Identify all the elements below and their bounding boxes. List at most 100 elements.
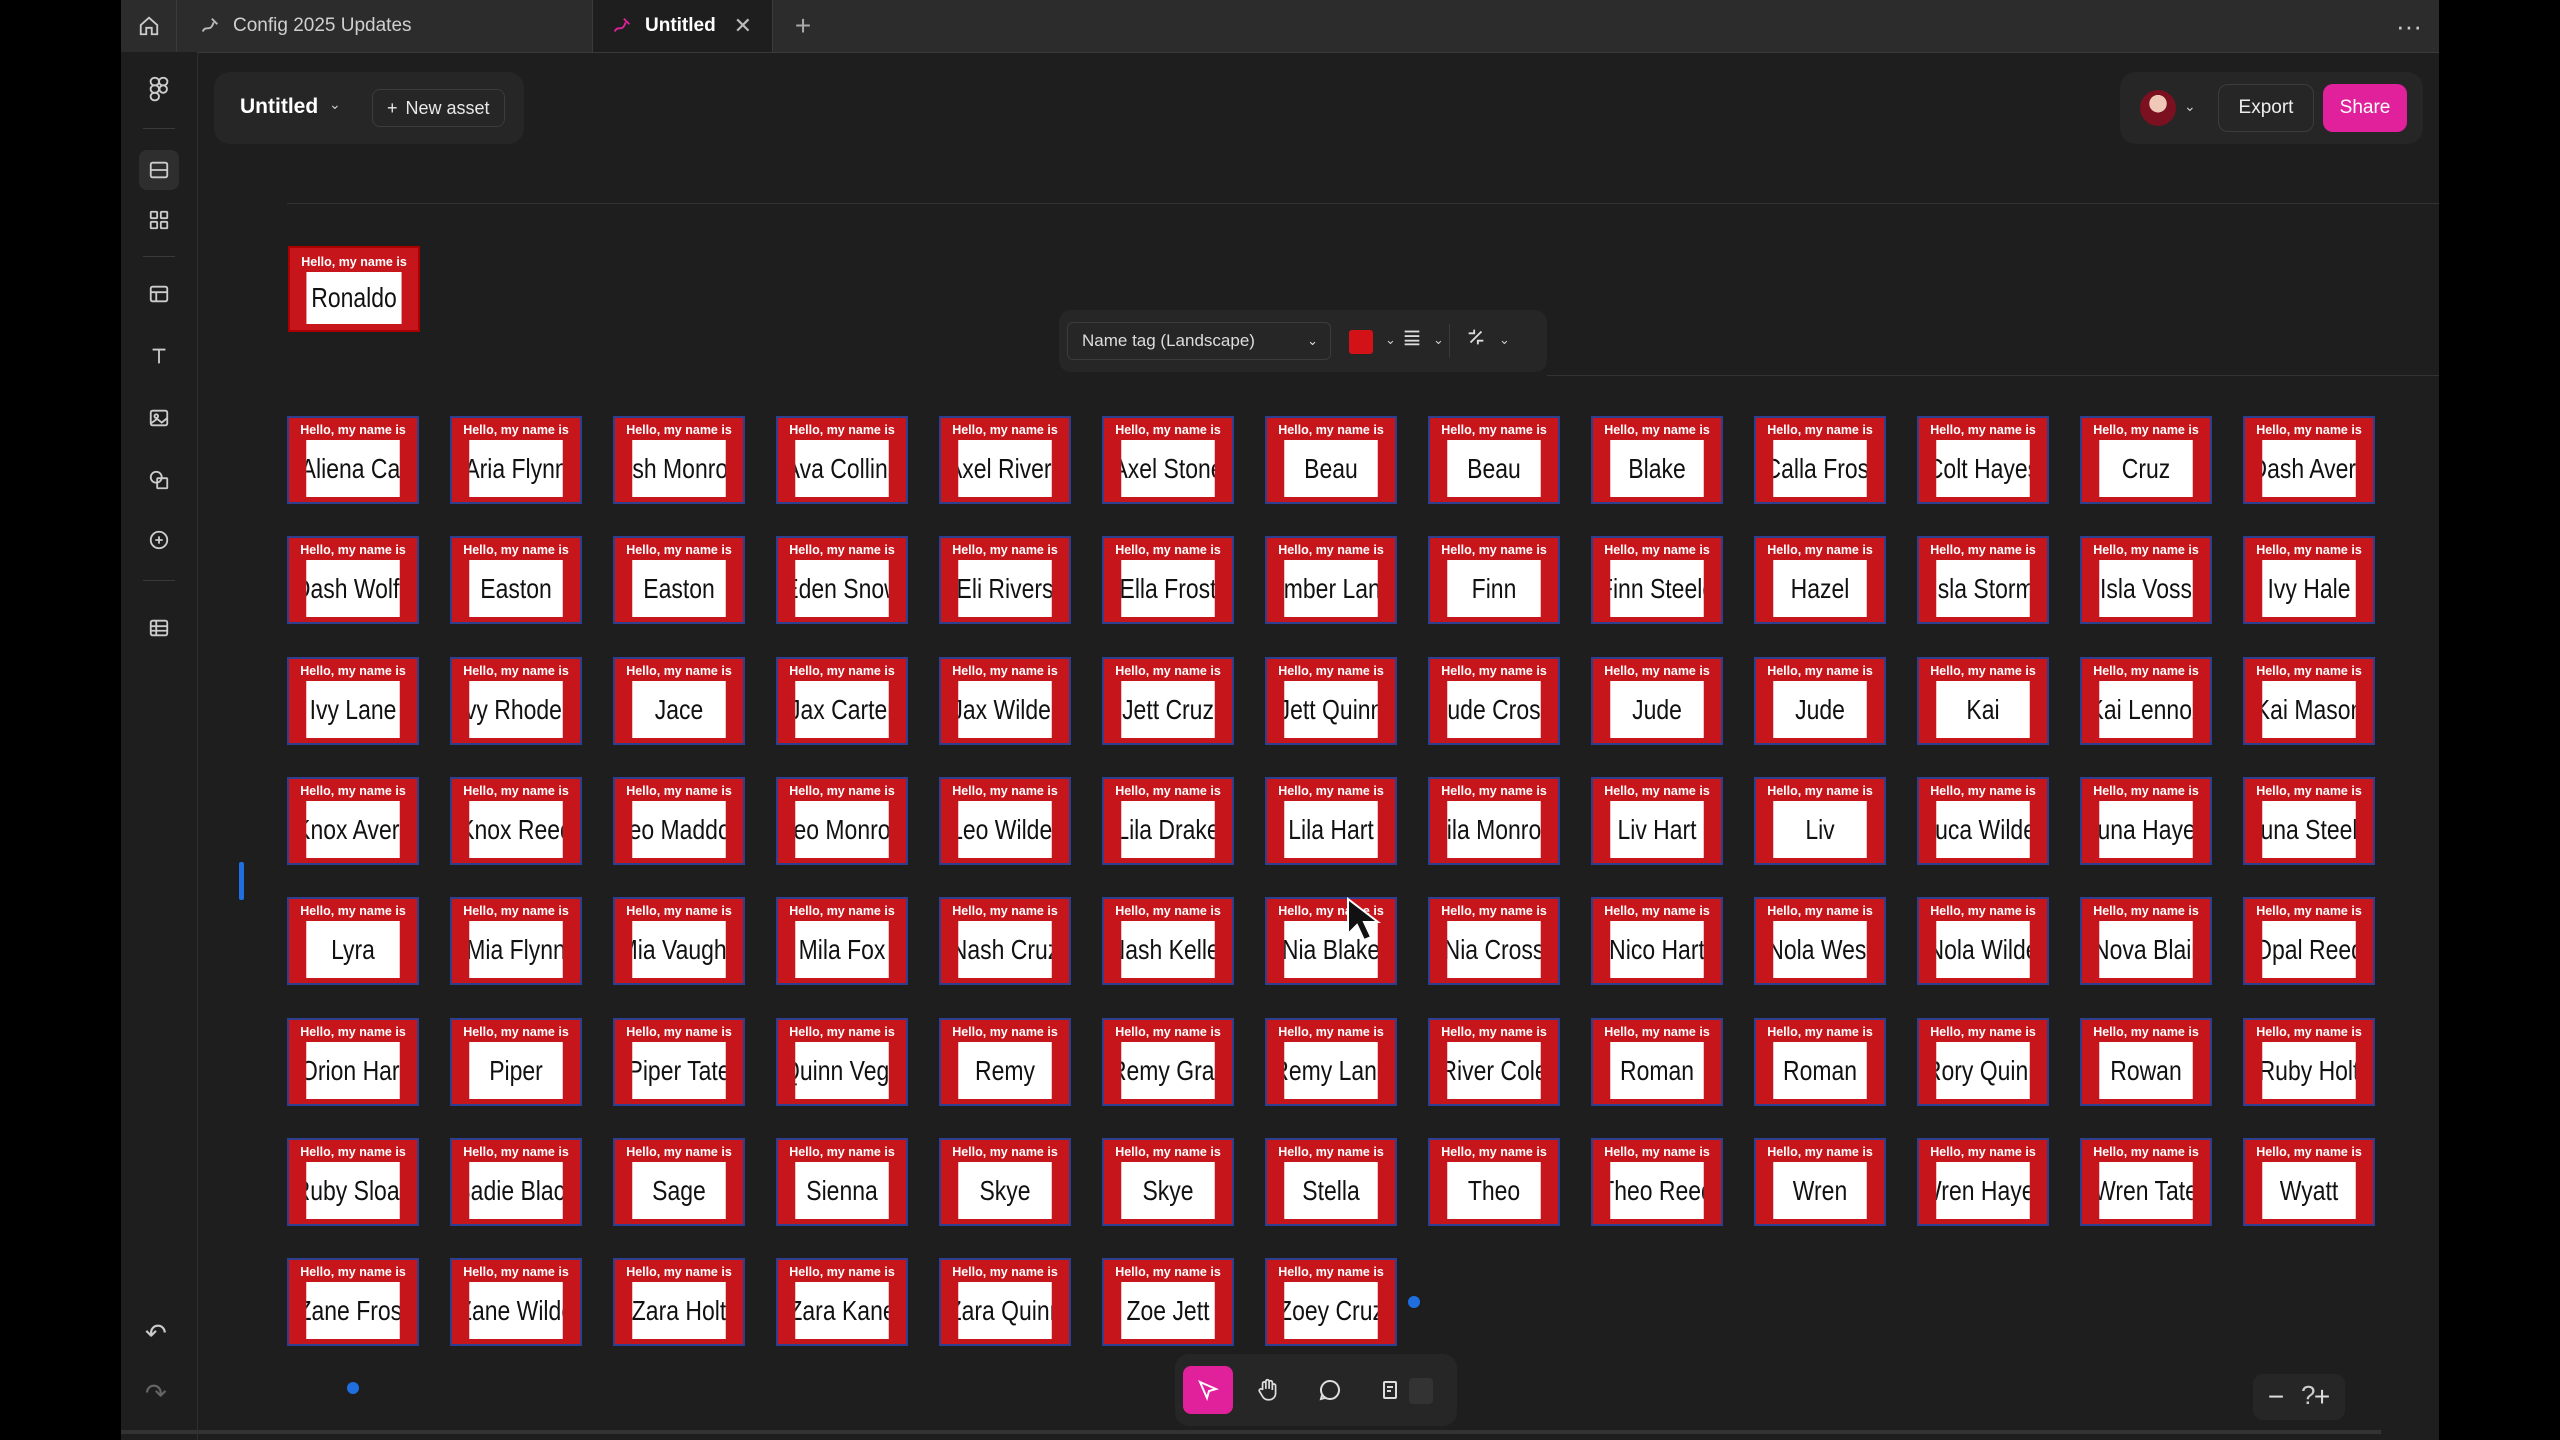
name-tag[interactable]: Hello, my name is Zoe Jett: [1102, 1258, 1234, 1346]
name-tag[interactable]: Hello, my name is Eli Rivers: [939, 536, 1071, 624]
name-tag[interactable]: Hello, my name is River Cole: [1428, 1018, 1560, 1106]
layers-panel-icon[interactable]: [139, 150, 179, 190]
name-tag[interactable]: Hello, my name is Quinn Vega: [776, 1018, 908, 1106]
name-tag[interactable]: Hello, my name is Wyatt: [2243, 1138, 2375, 1226]
name-tag[interactable]: Hello, my name is Jace: [613, 657, 745, 745]
name-tag[interactable]: Hello, my name is Ruby Holt: [2243, 1018, 2375, 1106]
name-tag[interactable]: Hello, my name is Isla Storm: [1917, 536, 2049, 624]
name-tag[interactable]: Hello, my name is Ava Collins: [776, 416, 908, 504]
name-tag[interactable]: Hello, my name is Dash Wolfe: [287, 536, 419, 624]
name-tag[interactable]: Hello, my name is Wren Tate: [2080, 1138, 2212, 1226]
export-button[interactable]: Export: [2218, 84, 2314, 132]
tab-untitled[interactable]: Untitled ✕: [593, 0, 773, 52]
name-tag[interactable]: Hello, my name is Beau: [1428, 416, 1560, 504]
name-tag[interactable]: Hello, my name is Mila Fox: [776, 897, 908, 985]
name-tag[interactable]: Hello, my name is Eden Snow: [776, 536, 908, 624]
name-tag[interactable]: Hello, my name is Finn: [1428, 536, 1560, 624]
name-tag[interactable]: Hello, my name is Piper Tate: [613, 1018, 745, 1106]
name-tag[interactable]: Hello, my name is Axel Stone: [1102, 416, 1234, 504]
name-tag[interactable]: Hello, my name is Stella: [1265, 1138, 1397, 1226]
auto-layout-icon[interactable]: [1465, 326, 1487, 354]
name-tag[interactable]: Hello, my name is Luca Wilder: [1917, 777, 2049, 865]
horizontal-scrollbar[interactable]: [121, 1430, 2381, 1434]
name-tag[interactable]: Hello, my name is Zara Holt: [613, 1258, 745, 1346]
new-tab-button[interactable]: +: [773, 0, 833, 52]
hand-tool-icon[interactable]: [1243, 1366, 1293, 1414]
align-icon[interactable]: [1401, 326, 1423, 354]
name-tag[interactable]: Hello, my name is Knox Reed: [450, 777, 582, 865]
name-tag[interactable]: Hello, my name is Aliena Cai: [287, 416, 419, 504]
table-icon[interactable]: [139, 608, 179, 648]
new-asset-button[interactable]: + New asset: [372, 89, 505, 127]
name-tag[interactable]: Hello, my name is Skye: [1102, 1138, 1234, 1226]
chevron-down-icon[interactable]: ⌄: [329, 96, 341, 113]
name-tag[interactable]: Hello, my name is Ember Lane: [1265, 536, 1397, 624]
document-title[interactable]: Untitled: [240, 95, 318, 119]
tab-home[interactable]: [121, 0, 177, 52]
help-icon[interactable]: ?: [2301, 1380, 2315, 1411]
name-tag[interactable]: Hello, my name is Ivy Rhodes: [450, 657, 582, 745]
name-tag[interactable]: Hello, my name is Colt Hayes: [1917, 416, 2049, 504]
layout-icon[interactable]: [139, 274, 179, 314]
name-tag[interactable]: Hello, my name is Zoey Cruz: [1265, 1258, 1397, 1346]
name-tag[interactable]: Hello, my name is Wren: [1754, 1138, 1886, 1226]
name-tag[interactable]: Hello, my name is Ash Monroe: [613, 416, 745, 504]
name-tag[interactable]: Hello, my name is Remy Gray: [1102, 1018, 1234, 1106]
avatar[interactable]: [2140, 90, 2176, 126]
toggle-switch[interactable]: [1409, 1378, 1433, 1404]
name-tag[interactable]: Hello, my name is Isla Voss: [2080, 536, 2212, 624]
zoom-out-icon[interactable]: −: [2268, 1381, 2284, 1413]
name-tag[interactable]: Hello, my name is Zara Quinn: [939, 1258, 1071, 1346]
name-tag[interactable]: Hello, my name is Luna Hayes: [2080, 777, 2212, 865]
zoom-in-icon[interactable]: +: [2314, 1381, 2330, 1413]
name-tag[interactable]: Hello, my name is Nola West: [1754, 897, 1886, 985]
name-tag[interactable]: Hello, my name is Blake: [1591, 416, 1723, 504]
undo-icon[interactable]: ↶: [145, 1318, 167, 1349]
name-tag[interactable]: Hello, my name is Lila Hart: [1265, 777, 1397, 865]
comment-tool-icon[interactable]: [1305, 1366, 1355, 1414]
name-tag[interactable]: Hello, my name is Lila Monroe: [1428, 777, 1560, 865]
name-tag[interactable]: Hello, my name is Easton: [613, 536, 745, 624]
name-tag[interactable]: Hello, my name is Nia Cross: [1428, 897, 1560, 985]
image-icon[interactable]: [139, 398, 179, 438]
name-tag[interactable]: Hello, my name is Finn Steele: [1591, 536, 1723, 624]
name-tag[interactable]: Hello, my name is Hazel: [1754, 536, 1886, 624]
selection-handle[interactable]: [347, 1382, 359, 1394]
name-tag[interactable]: Hello, my name is Luna Steele: [2243, 777, 2375, 865]
name-tag[interactable]: Hello, my name is Lyra: [287, 897, 419, 985]
name-tag[interactable]: Hello, my name is Theo Reed: [1591, 1138, 1723, 1226]
name-tag[interactable]: Hello, my name is Leo Maddox: [613, 777, 745, 865]
chevron-down-icon[interactable]: ⌄: [1433, 332, 1444, 348]
chevron-down-icon[interactable]: ⌄: [1385, 332, 1396, 348]
scroll-indicator[interactable]: [239, 862, 244, 900]
name-tag[interactable]: Hello, my name is Liv: [1754, 777, 1886, 865]
name-tag[interactable]: Hello, my name is Remy Lane: [1265, 1018, 1397, 1106]
name-tag[interactable]: Hello, my name is Nash Keller: [1102, 897, 1234, 985]
name-tag[interactable]: Hello, my name is Sadie Black: [450, 1138, 582, 1226]
name-tag[interactable]: Hello, my name is Jude Cross: [1428, 657, 1560, 745]
name-tag[interactable]: Hello, my name is Rowan: [2080, 1018, 2212, 1106]
name-tag[interactable]: Hello, my name is Leo Wilder: [939, 777, 1071, 865]
text-tool-icon[interactable]: [139, 336, 179, 376]
name-tag[interactable]: Hello, my name is Jett Quinn: [1265, 657, 1397, 745]
name-tag[interactable]: Hello, my name is Beau: [1265, 416, 1397, 504]
name-tag[interactable]: Hello, my name is Easton: [450, 536, 582, 624]
name-tag[interactable]: Hello, my name is Zane Wilde: [450, 1258, 582, 1346]
tab-config-2025-updates[interactable]: Config 2025 Updates: [177, 0, 593, 52]
name-tag[interactable]: Hello, my name is Wren Hayes: [1917, 1138, 2049, 1226]
name-tag[interactable]: Hello, my name is Nova Blair: [2080, 897, 2212, 985]
name-tag[interactable]: Hello, my name is Knox Avery: [287, 777, 419, 865]
name-tag[interactable]: Hello, my name is Ivy Hale: [2243, 536, 2375, 624]
more-options-icon[interactable]: ···: [2379, 0, 2439, 52]
redo-icon[interactable]: ↷: [145, 1378, 167, 1409]
name-tag[interactable]: Hello, my name is Lila Drake: [1102, 777, 1234, 865]
name-tag[interactable]: Hello, my name is Zara Kane: [776, 1258, 908, 1346]
chevron-down-icon[interactable]: ⌄: [1499, 332, 1510, 348]
name-tag[interactable]: Hello, my name is Orion Hart: [287, 1018, 419, 1106]
name-tag[interactable]: Hello, my name is Leo Monroe: [776, 777, 908, 865]
name-tag[interactable]: Hello, my name is Ella Frost: [1102, 536, 1234, 624]
name-tag[interactable]: Hello, my name is Liv Hart: [1591, 777, 1723, 865]
chevron-down-icon[interactable]: ⌄: [2184, 98, 2196, 115]
name-tag[interactable]: Hello, my name is Kai Mason: [2243, 657, 2375, 745]
selection-handle[interactable]: [1408, 1296, 1420, 1308]
